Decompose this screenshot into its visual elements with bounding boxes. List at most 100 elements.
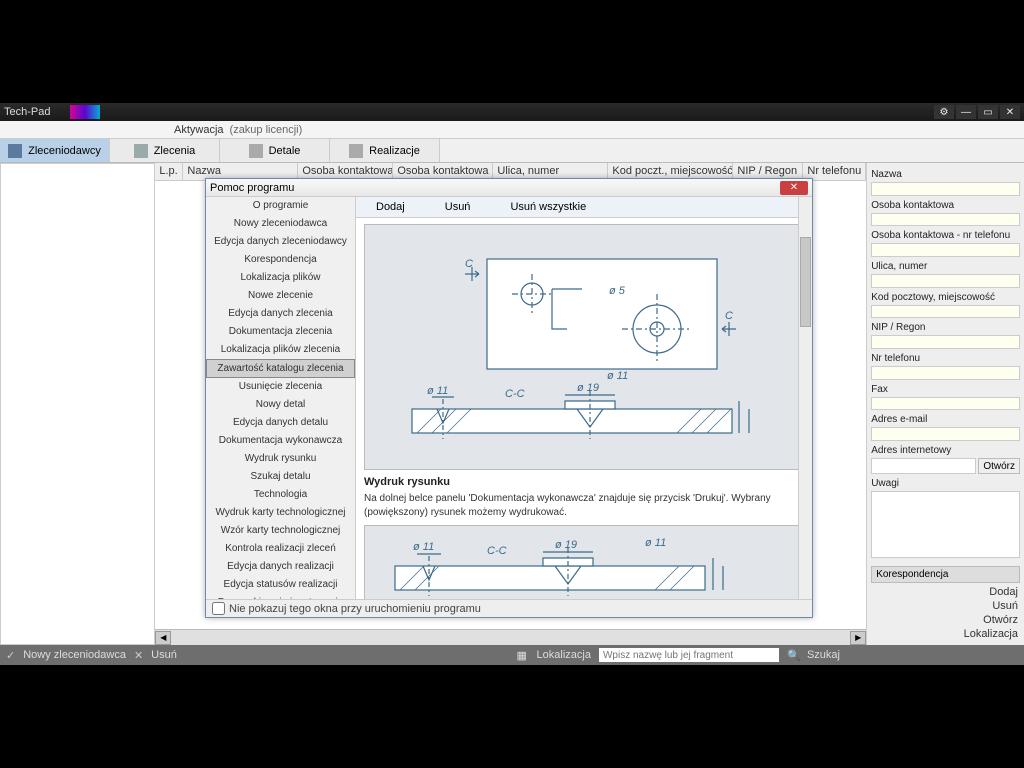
help-nav-item[interactable]: Wydruk rysunku [206,450,355,468]
parts-icon [249,144,263,158]
input-www[interactable] [871,458,976,474]
label-ulica: Ulica, numer [871,261,1020,272]
help-nav-item[interactable]: Edycja statusów realizacji [206,576,355,594]
search-input[interactable] [599,648,779,662]
label-nazwa: Nazwa [871,169,1020,180]
close-button[interactable]: ✕ [1000,105,1020,119]
help-nav-item[interactable]: Wzór karty technologicznej [206,522,355,540]
titlebar: Tech-Pad ⚙ — ▭ ✕ [0,103,1024,121]
svg-text:ø 11: ø 11 [427,385,448,397]
tab-zlecenia[interactable]: Zlecenia [110,139,220,162]
status-nowy[interactable]: Nowy zleceniodawca [23,649,126,661]
action-usun[interactable]: Usuń [871,599,1020,613]
input-fax[interactable] [871,397,1020,411]
scrollbar-thumb[interactable] [800,237,811,327]
help-content[interactable]: Dodaj Usuń Usuń wszystkie [356,197,812,599]
status-usun[interactable]: Usuń [151,649,177,661]
label-www: Adres internetowy [871,445,1020,456]
help-nav-item[interactable]: Usunięcie zlecenia [206,378,355,396]
tab-realizacje[interactable]: Realizacje [330,139,440,162]
app-window: Tech-Pad ⚙ — ▭ ✕ Aktywacja (zakup licenc… [0,103,1024,665]
maximize-button[interactable]: ▭ [978,105,998,119]
input-kod[interactable] [871,305,1020,319]
menubar: Aktywacja (zakup licencji) [0,121,1024,139]
help-nav-item[interactable]: Szukaj detalu [206,468,355,486]
action-dodaj[interactable]: Dodaj [871,585,1020,599]
label-tel: Nr telefonu [871,353,1020,364]
input-osoba-tel[interactable] [871,243,1020,257]
input-ulica[interactable] [871,274,1020,288]
tabbar: Zleceniodawcy Zlecenia Detale Realizacje [0,139,1024,163]
input-nip[interactable] [871,335,1020,349]
help-nav-item[interactable]: Edycja danych zleceniodawcy [206,233,355,251]
help-nav-item[interactable]: Edycja danych zlecenia [206,305,355,323]
help-nav-item[interactable]: Kontrola realizacji zleceń [206,540,355,558]
dialog-title: Pomoc programu [210,182,780,194]
help-nav-item[interactable]: O programie [206,197,355,215]
col-lp[interactable]: L.p. [155,163,183,180]
statusbar: ✓ Nowy zleceniodawca ✕ Usuń ▦ Lokalizacj… [0,645,1024,665]
help-nav-item[interactable]: Edycja danych detalu [206,414,355,432]
input-osoba[interactable] [871,213,1020,227]
svg-text:ø 11: ø 11 [413,541,434,553]
horizontal-scrollbar[interactable]: ◀ ▶ [155,629,866,645]
content-scrollbar[interactable] [798,197,812,599]
check-icon: ✓ [6,649,15,662]
settings-icon[interactable]: ⚙ [934,105,954,119]
svg-text:ø 19: ø 19 [555,539,577,551]
technical-drawing-2: ø 11 ø 19 C-C ø 11 [364,525,800,599]
action-otworz[interactable]: Otwórz [871,613,1020,627]
svg-text:ø 11: ø 11 [645,537,666,549]
content-heading: Wydruk rysunku [364,476,800,488]
dialog-close-button[interactable]: ✕ [780,181,808,195]
label-fax: Fax [871,384,1020,395]
btn-usun-wszystkie[interactable]: Usuń wszystkie [510,201,586,213]
content-body: Na dolnej belce panelu 'Dokumentacja wyk… [364,492,800,519]
group-korespondencja: Korespondencja [871,566,1020,583]
input-email[interactable] [871,427,1020,441]
folder-icon: ▦ [517,649,529,661]
help-nav[interactable]: O programieNowy zleceniodawcaEdycja dany… [206,197,356,599]
help-nav-item[interactable]: Technologia [206,486,355,504]
x-icon: ✕ [134,649,143,662]
open-url-button[interactable]: Otwórz [978,458,1020,474]
left-tree-panel[interactable] [0,163,155,645]
help-nav-item[interactable]: Nowe zlecenie [206,287,355,305]
help-nav-item[interactable]: Korespondencja [206,251,355,269]
menu-zakup[interactable]: (zakup licencji) [230,124,303,136]
minimize-button[interactable]: — [956,105,976,119]
svg-text:C-C: C-C [505,388,525,400]
dont-show-checkbox[interactable] [212,602,225,615]
help-nav-item[interactable]: Lokalizacja plików zlecenia [206,341,355,359]
help-nav-item[interactable]: Dokumentacja zlecenia [206,323,355,341]
help-nav-item[interactable]: Dokumentacja wykonawcza [206,432,355,450]
help-nav-item[interactable]: Nowy detal [206,396,355,414]
menu-aktywacja[interactable]: Aktywacja [174,124,224,136]
help-nav-item[interactable]: Zawartość katalogu zlecenia [206,359,355,378]
help-nav-item[interactable]: Nowy zleceniodawca [206,215,355,233]
tab-label: Zleceniodawcy [28,145,101,157]
label-nip: NIP / Regon [871,322,1020,333]
btn-dodaj[interactable]: Dodaj [376,201,405,213]
input-tel[interactable] [871,366,1020,380]
scroll-left-icon[interactable]: ◀ [155,631,171,645]
input-nazwa[interactable] [871,182,1020,196]
help-nav-item[interactable]: Edycja danych realizacji [206,558,355,576]
btn-usun[interactable]: Usuń [445,201,471,213]
svg-text:C-C: C-C [487,545,507,557]
status-lokalizacja[interactable]: Lokalizacja [537,649,591,661]
tab-label: Detale [269,145,301,157]
textarea-uwagi[interactable] [871,491,1020,558]
action-lokalizacja[interactable]: Lokalizacja [871,627,1020,641]
calendar-icon [349,144,363,158]
korespondencja-actions: Dodaj Usuń Otwórz Lokalizacja [871,585,1020,641]
help-nav-item[interactable]: Wydruk karty technologicznej [206,504,355,522]
help-nav-item[interactable]: Lokalizacja plików [206,269,355,287]
status-szukaj[interactable]: Szukaj [807,649,840,661]
help-dialog: Pomoc programu ✕ O programieNowy zleceni… [205,178,813,618]
tab-zleceniodawcy[interactable]: Zleceniodawcy [0,139,110,162]
tab-label: Zlecenia [154,145,196,157]
scroll-right-icon[interactable]: ▶ [850,631,866,645]
label-email: Adres e-mail [871,414,1020,425]
tab-detale[interactable]: Detale [220,139,330,162]
